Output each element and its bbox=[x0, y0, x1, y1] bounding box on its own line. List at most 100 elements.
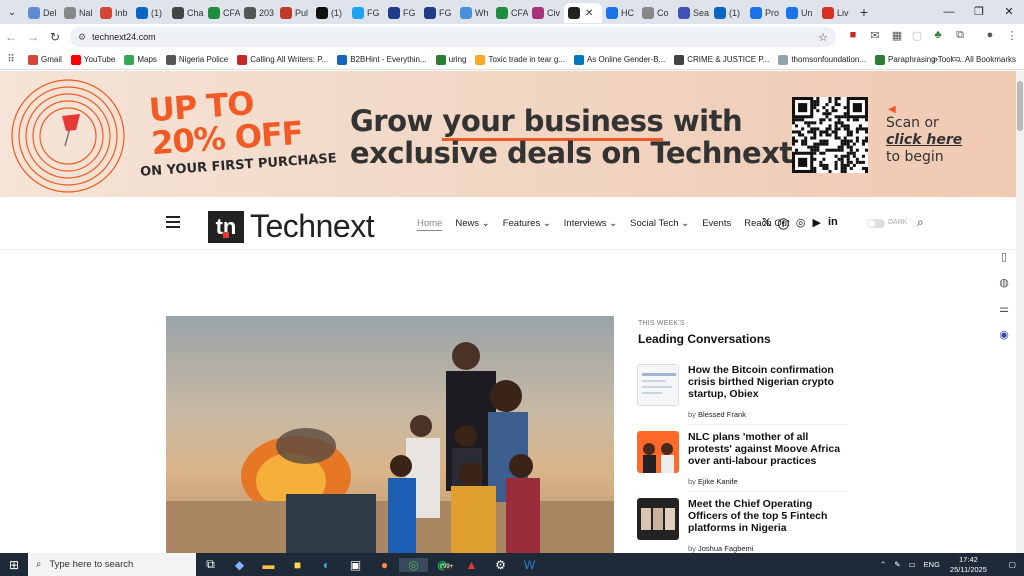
article-title[interactable]: How the Bitcoin confirmation crisis birt… bbox=[688, 364, 853, 400]
clock[interactable]: 17:42 25/11/2025 bbox=[950, 555, 987, 575]
mail-extension-icon[interactable]: ✉ bbox=[867, 29, 883, 45]
disabled-extension-icon[interactable]: ▢ bbox=[909, 29, 925, 45]
browser-tab[interactable]: (1) bbox=[132, 3, 168, 23]
language-indicator[interactable]: ENG bbox=[924, 560, 940, 569]
site-info-icon[interactable]: ⚙ bbox=[78, 32, 86, 43]
nav-item[interactable]: Features ⌄ bbox=[503, 218, 551, 229]
article-author[interactable]: Joshua Fagbemi bbox=[698, 544, 753, 553]
windows-start-icon[interactable]: ⊞ bbox=[0, 558, 28, 572]
browser-tab[interactable]: FG bbox=[420, 3, 456, 23]
article-title[interactable]: NLC plans 'mother of all protests' again… bbox=[688, 431, 853, 467]
nav-item[interactable]: Interviews ⌄ bbox=[564, 218, 617, 229]
browser-tab[interactable]: HC bbox=[602, 3, 638, 23]
browser-menu-icon[interactable]: ⋮ bbox=[1004, 29, 1020, 45]
leaf-extension-icon[interactable]: ♣ bbox=[930, 29, 946, 45]
firefox-icon[interactable]: ● bbox=[370, 558, 399, 572]
bookmark-item[interactable]: CRIME & JUSTICE P... bbox=[674, 54, 769, 65]
browser-tab[interactable]: ✕ bbox=[564, 3, 602, 23]
article-thumbnail[interactable] bbox=[637, 431, 679, 473]
browser-tab[interactable]: FG bbox=[384, 3, 420, 23]
extensions-puzzle-icon[interactable]: ⧉ bbox=[952, 29, 968, 45]
scrollbar-thumb[interactable] bbox=[1017, 81, 1023, 131]
tab-search-chevron-icon[interactable]: ⌄ bbox=[0, 7, 24, 18]
close-window-button[interactable]: ✕ bbox=[994, 0, 1024, 24]
browser-tab[interactable]: Del bbox=[24, 3, 60, 23]
article-thumbnail[interactable] bbox=[637, 498, 679, 540]
more-bookmarks-icon[interactable]: » bbox=[932, 54, 938, 65]
nav-item[interactable]: Events bbox=[702, 218, 731, 229]
all-bookmarks-button[interactable]: ▭ All Bookmarks bbox=[951, 54, 1016, 65]
page-scrollbar[interactable] bbox=[1016, 71, 1024, 553]
browser-tab[interactable]: Wh bbox=[456, 3, 492, 23]
apps-icon[interactable]: ⚌ bbox=[992, 302, 1016, 328]
bookmark-item[interactable]: Nigeria Police bbox=[165, 54, 228, 65]
bookmark-item[interactable]: As Online Gender-B... bbox=[573, 54, 665, 65]
promo-banner[interactable]: UP TO 20% OFF ON YOUR FIRST PURCHASE Gro… bbox=[0, 71, 1016, 197]
whatsapp-icon[interactable]: ◉99+ bbox=[428, 558, 457, 572]
nav-item[interactable]: Social Tech ⌄ bbox=[630, 218, 689, 229]
nav-item[interactable]: Home bbox=[417, 218, 442, 229]
browser-tab[interactable]: Co bbox=[638, 3, 674, 23]
dark-mode-toggle[interactable] bbox=[867, 219, 885, 228]
reload-button[interactable]: ↻ bbox=[44, 30, 66, 44]
bookmark-star-icon[interactable]: ☆ bbox=[818, 31, 828, 44]
article-item[interactable]: Meet the Chief Operating Officers of the… bbox=[637, 498, 853, 553]
browser-tab[interactable]: Liv bbox=[818, 3, 854, 23]
back-button[interactable]: ← bbox=[0, 30, 22, 44]
browser-tab[interactable]: 203 bbox=[240, 3, 276, 23]
linkedin-icon[interactable]: in bbox=[828, 216, 838, 232]
extension-icon[interactable]: ■ bbox=[845, 29, 861, 45]
bookmark-item[interactable]: Gmail bbox=[28, 54, 62, 65]
article-title[interactable]: Meet the Chief Operating Officers of the… bbox=[688, 498, 853, 534]
store-icon[interactable]: ▣ bbox=[341, 558, 370, 572]
browser-tab[interactable]: Nal bbox=[60, 3, 96, 23]
profile-avatar-icon[interactable]: ● bbox=[982, 29, 998, 45]
browser-tab[interactable]: Cha bbox=[168, 3, 204, 23]
network-icon[interactable]: ▭ bbox=[909, 560, 916, 569]
minimize-button[interactable]: — bbox=[934, 0, 964, 24]
site-logo[interactable]: tn Technext bbox=[208, 208, 375, 245]
facebook-icon[interactable]: ⓕ bbox=[778, 216, 789, 232]
hidden-icons-chevron[interactable]: ⌃ bbox=[880, 560, 886, 569]
pen-icon[interactable]: ✎ bbox=[894, 560, 900, 569]
browser-tab[interactable]: CFA bbox=[204, 3, 240, 23]
bookmark-item[interactable]: thomsonfoundation... bbox=[778, 54, 866, 65]
x-twitter-icon[interactable]: 𝕏 bbox=[762, 216, 771, 232]
close-tab-icon[interactable]: ✕ bbox=[585, 8, 593, 19]
app-icon[interactable]: ■ bbox=[283, 558, 312, 572]
search-icon[interactable]: ⌕ bbox=[917, 215, 924, 230]
article-item[interactable]: NLC plans 'mother of all protests' again… bbox=[637, 431, 853, 492]
scan-cta[interactable]: ◀ Scan or click here to begin bbox=[886, 104, 962, 166]
browser-tab[interactable]: Un bbox=[782, 3, 818, 23]
assistant-icon[interactable]: ◉ bbox=[992, 328, 1016, 354]
settings-icon[interactable]: ⚙ bbox=[486, 558, 515, 572]
edge-icon[interactable]: ◐ bbox=[312, 558, 341, 572]
bookmark-item[interactable]: Calling All Writers: P... bbox=[237, 54, 328, 65]
bookmark-item[interactable]: uring bbox=[435, 54, 466, 65]
hamburger-menu-icon[interactable] bbox=[166, 216, 180, 231]
browser-tab[interactable]: Sea bbox=[674, 3, 710, 23]
bookmark-item[interactable]: YouTube bbox=[70, 54, 115, 65]
browser-tab[interactable]: Inb bbox=[96, 3, 132, 23]
bookmark-item[interactable]: Maps bbox=[124, 54, 157, 65]
acrobat-icon[interactable]: ▲ bbox=[457, 558, 486, 572]
bookmark-item[interactable]: B2BHint - Everythin... bbox=[337, 54, 427, 65]
article-item[interactable]: How the Bitcoin confirmation crisis birt… bbox=[637, 364, 853, 425]
address-bar[interactable]: ⚙ technext24.com ☆ bbox=[70, 27, 836, 47]
browser-tab[interactable]: Pul bbox=[276, 3, 312, 23]
instagram-icon[interactable]: ◎ bbox=[796, 216, 806, 232]
bookmark-item[interactable]: Toxic trade in tear g... bbox=[475, 54, 565, 65]
browser-tab[interactable]: CFA bbox=[492, 3, 528, 23]
apps-grid-icon[interactable]: ⠿ bbox=[0, 54, 22, 65]
file-explorer-icon[interactable]: ▬ bbox=[254, 558, 283, 572]
hero-image[interactable] bbox=[166, 316, 614, 553]
notifications-icon[interactable]: ▢ bbox=[1009, 560, 1016, 569]
fingerprint-icon[interactable]: ◍ bbox=[992, 276, 1016, 302]
grid-extension-icon[interactable]: ▦ bbox=[889, 29, 905, 45]
click-here-link[interactable]: click here bbox=[886, 132, 962, 149]
article-thumbnail[interactable] bbox=[637, 364, 679, 406]
article-author[interactable]: Ejike Kanife bbox=[698, 477, 738, 486]
youtube-icon[interactable]: ▶ bbox=[812, 216, 820, 232]
taskbar-search[interactable]: ⌕ Type here to search bbox=[28, 553, 196, 576]
browser-tab[interactable]: (1) bbox=[710, 3, 746, 23]
